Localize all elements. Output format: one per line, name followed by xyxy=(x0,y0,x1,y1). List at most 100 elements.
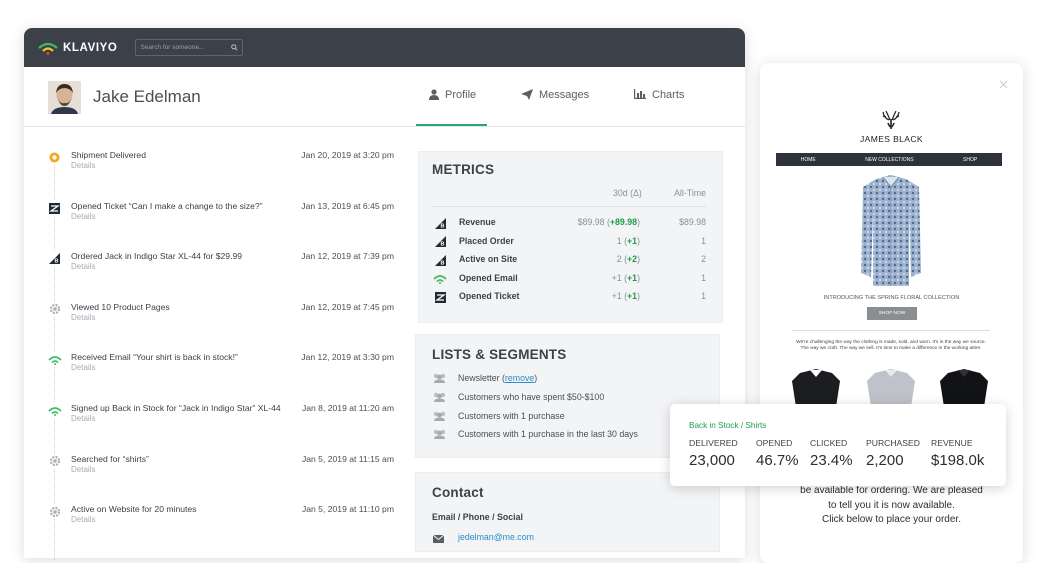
metrics-card: METRICS 30d (Δ) All-Time B Revenue $89.98 … xyxy=(418,151,723,323)
event-date: Jan 5, 2019 at 11:10 pm xyxy=(301,504,394,515)
envelope-icon xyxy=(433,535,444,543)
klaviyo-logo-icon xyxy=(38,42,58,55)
event-details-link[interactable]: Details xyxy=(71,465,95,474)
zendesk-icon xyxy=(47,200,62,216)
stat-value: 23,000 xyxy=(689,452,735,469)
profile-header: Jake Edelman Profile Messages Charts xyxy=(24,67,745,127)
metric-row: B Placed Order 1 (+1) 1 xyxy=(433,235,706,249)
contact-title: Contact xyxy=(432,485,484,500)
metric-30d: $89.98 (+89.98) xyxy=(577,217,640,227)
email-body-text: be available for ordering. We are please… xyxy=(760,484,1023,528)
body-line-2: to tell you it is now available. xyxy=(828,499,955,511)
event-title: Ordered Jack in Indigo Star XL-44 for $2… xyxy=(71,251,243,262)
event-date: Jan 20, 2019 at 3:20 pm xyxy=(301,150,394,160)
shirt-image xyxy=(861,175,921,286)
klaviyo-icon xyxy=(47,352,62,368)
metrics-title: METRICS xyxy=(432,162,495,177)
segment-item[interactable]: Customers who have spent $50-$100 xyxy=(432,392,604,402)
nav-new-collections[interactable]: NEW COLLECTIONS xyxy=(865,157,913,163)
body-line-1: be available for ordering. We are please… xyxy=(800,485,983,496)
event-details-link[interactable]: Details xyxy=(71,515,95,524)
event-details-link[interactable]: Details xyxy=(71,313,95,322)
stat-label: DELIVERED xyxy=(689,438,738,448)
segment-label: Customers who have spent $50-$100 xyxy=(458,392,605,402)
metric-name: Placed Order xyxy=(459,235,514,246)
remove-link[interactable]: remove xyxy=(505,373,534,383)
search-icon[interactable] xyxy=(231,44,239,51)
person-icon xyxy=(429,89,439,100)
klaviyo-logo[interactable]: KLAVIYO xyxy=(37,41,117,55)
avatar xyxy=(48,81,81,114)
stat-label: PURCHASED xyxy=(866,438,920,448)
event-date: Jan 12, 2019 at 7:39 pm xyxy=(301,251,394,262)
profile-name: Jake Edelman xyxy=(93,87,201,106)
nav-home[interactable]: HOME xyxy=(801,157,816,163)
event-title: Signed up Back in Stock for “Jack in Ind… xyxy=(71,403,281,413)
metric-alltime: 1 xyxy=(701,272,706,283)
brand-name: JAMES BLACK xyxy=(860,134,923,144)
metric-alltime: $89.98 xyxy=(679,217,706,227)
segment-item[interactable]: Customers with 1 purchase in the last 30… xyxy=(432,429,638,440)
body-line-3: Click below to place your order. xyxy=(822,514,961,525)
event-details-link[interactable]: Details xyxy=(71,161,95,170)
segment-label: Customers with 1 purchase xyxy=(458,410,565,421)
timeline-event: Searched for “shirts” Details Jan 5, 2019 … xyxy=(44,453,404,484)
svg-text:B: B xyxy=(440,260,444,266)
event-date: Jan 12, 2019 at 7:45 pm xyxy=(301,301,394,312)
event-details-link[interactable]: Details xyxy=(71,414,95,423)
svg-text:B: B xyxy=(440,223,444,229)
timeline-event: Opened Ticket “Can I make a change to th… xyxy=(44,200,404,231)
svg-text:B: B xyxy=(440,242,444,248)
tab-profile[interactable]: Profile xyxy=(416,89,487,126)
contact-subtitle: Email / Phone / Social xyxy=(432,512,523,522)
event-title: Searched for “shirts” xyxy=(71,453,149,464)
logo-text: KLAVIYO xyxy=(63,41,118,54)
metric-name: Revenue xyxy=(459,217,496,227)
metric-alltime: 2 xyxy=(701,254,706,265)
group-icon xyxy=(433,411,446,421)
event-title: Opened Ticket “Can I make a change to th… xyxy=(71,200,263,211)
stat-value: $198.0k xyxy=(931,452,985,469)
metric-row: B Active on Site 2 (+2) 2 xyxy=(433,253,706,267)
bar-chart-icon xyxy=(634,89,646,99)
close-icon[interactable] xyxy=(999,80,1008,89)
tab-charts[interactable]: Charts xyxy=(634,89,684,126)
stat-label: CLICKED xyxy=(810,438,848,448)
email-divider xyxy=(792,330,990,331)
gear-icon xyxy=(47,301,62,317)
search-input[interactable] xyxy=(140,44,229,51)
metric-row: Opened Email +1 (+1) 1 xyxy=(433,272,706,286)
metric-30d: 1 (+1) xyxy=(616,235,640,246)
metric-30d: 2 (+2) xyxy=(616,254,640,265)
nav-shop[interactable]: SHOP xyxy=(963,157,977,163)
search-box[interactable] xyxy=(135,39,244,56)
klaviyo-icon xyxy=(433,272,447,286)
metric-alltime: 1 xyxy=(701,235,706,246)
bigcommerce-icon: B xyxy=(433,216,447,230)
stat-value: 46.7% xyxy=(756,452,799,469)
tab-messages-label: Messages xyxy=(539,89,590,101)
event-details-link[interactable]: Details xyxy=(71,363,95,372)
location-pin-icon xyxy=(47,150,62,165)
group-icon xyxy=(433,373,446,383)
email-preview-panel: JAMES BLACK HOME NEW COLLECTIONS SHOP IN… xyxy=(760,63,1023,563)
group-icon xyxy=(433,392,446,402)
event-details-link[interactable]: Details xyxy=(71,262,95,271)
svg-text:B: B xyxy=(55,259,59,265)
metric-30d: +1 (+1) xyxy=(611,272,640,283)
event-title: Shipment Delivered xyxy=(71,150,146,160)
gear-icon xyxy=(47,504,62,520)
event-details-link[interactable]: Details xyxy=(71,212,95,221)
campaign-stats-popup: Back in Stock / Shirts DELIVERED 23,000 OP… xyxy=(670,404,1006,486)
product-shirt-black xyxy=(792,369,840,407)
metric-row: B Revenue $89.98 (+89.98) $89.98 xyxy=(433,216,706,230)
event-title: Active on Website for 20 minutes xyxy=(71,504,197,515)
shop-now-button[interactable]: SHOP NOW xyxy=(867,307,917,320)
tab-messages[interactable]: Messages xyxy=(521,89,589,126)
timeline-event: Active on Website for 20 minutes Details J… xyxy=(44,504,404,534)
contact-email-link[interactable]: jedelman@me.com xyxy=(458,532,534,542)
segment-item[interactable]: Customers with 1 purchase xyxy=(432,411,565,421)
timeline-event: Shipment Delivered Details Jan 20, 2019 at… xyxy=(44,150,404,180)
timeline-event: Signed up Back in Stock for “Jack in Ind… xyxy=(44,403,404,433)
metric-30d: +1 (+1) xyxy=(611,291,640,302)
